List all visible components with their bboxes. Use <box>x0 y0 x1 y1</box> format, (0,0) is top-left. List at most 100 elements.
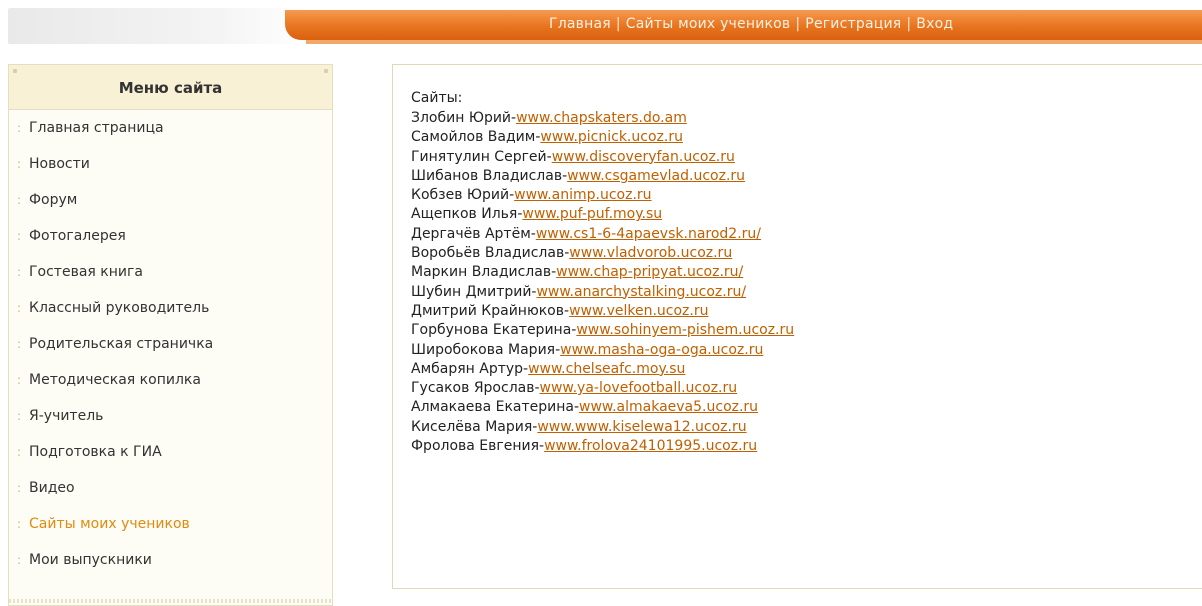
student-site-link[interactable]: www.anarchystalking.ucoz.ru/ <box>536 284 746 300</box>
student-name: Дмитрий Крайнюков- <box>411 302 570 319</box>
student-name: Гинятулин Сергей- <box>411 148 552 165</box>
student-name: Ащепков Илья- <box>411 206 523 223</box>
nav-student-sites-link[interactable]: Сайты моих учеников <box>626 16 791 32</box>
bullet-icon: : <box>17 265 22 279</box>
sidebar-item-label: Новости <box>29 156 90 172</box>
sidebar-item-label: Родительская страничка <box>29 336 214 352</box>
sidebar-item-photo-gallery[interactable]: : Фотогалерея <box>9 218 332 254</box>
nav-login-link[interactable]: Вход <box>916 16 953 32</box>
student-name: Шибанов Владислав- <box>411 167 568 184</box>
sidebar-item-label: Форум <box>29 192 78 208</box>
list-item: Киселёва Мария-www.www.kiselewa12.ucoz.r… <box>411 418 794 437</box>
student-name: Гусаков Ярослав- <box>411 380 540 397</box>
sidebar-item-label: Я-учитель <box>29 408 104 424</box>
sidebar-item-gia-prep[interactable]: : Подготовка к ГИА <box>9 434 332 470</box>
student-name: Киселёва Мария- <box>411 418 538 435</box>
student-site-link[interactable]: www.cs1-6-4apaevsk.narod2.ru/ <box>536 226 761 242</box>
bullet-icon: : <box>17 229 22 243</box>
list-item: Алмакаева Екатерина-www.almakaeva5.ucoz.… <box>411 398 794 417</box>
sidebar-item-graduates[interactable]: : Мои выпускники <box>9 542 332 578</box>
sidebar-item-i-am-teacher[interactable]: : Я-учитель <box>9 398 332 434</box>
list-item: Шубин Дмитрий-www.anarchystalking.ucoz.r… <box>411 283 794 302</box>
header-left-shade <box>8 8 308 44</box>
student-site-link[interactable]: www.chelseafc.moy.su <box>528 361 685 377</box>
sidebar-item-student-sites[interactable]: : Сайты моих учеников <box>9 506 332 542</box>
student-name: Злобин Юрий- <box>411 110 517 126</box>
bullet-icon: : <box>17 121 22 135</box>
list-item: Шибанов Владислав-www.csgamevlad.ucoz.ru <box>411 167 794 186</box>
nav-separator: | <box>795 16 801 32</box>
bullet-icon: : <box>17 157 22 171</box>
list-item: Широбокова Мария-www.masha-oga-oga.ucoz.… <box>411 341 794 360</box>
sites-heading: Сайты: <box>411 90 463 106</box>
student-site-link[interactable]: www.puf-puf.moy.su <box>522 206 662 222</box>
sidebar-item-label: Гостевая книга <box>29 264 143 280</box>
student-site-link[interactable]: www.animp.ucoz.ru <box>514 187 651 203</box>
sidebar-item-label: Фотогалерея <box>29 228 126 244</box>
sidebar-item-guestbook[interactable]: : Гостевая книга <box>9 254 332 290</box>
student-name: Широбокова Мария- <box>411 341 561 358</box>
sidebar-item-label: Главная страница <box>29 120 164 136</box>
student-site-link[interactable]: www.frolova24101995.ucoz.ru <box>544 438 757 454</box>
student-site-link[interactable]: www.velken.ucoz.ru <box>569 303 708 319</box>
student-name: Фролова Евгения- <box>411 438 545 455</box>
bullet-icon: : <box>17 337 22 351</box>
list-item: Гусаков Ярослав-www.ya-lovefootball.ucoz… <box>411 379 794 398</box>
sidebar-item-forum[interactable]: : Форум <box>9 182 332 218</box>
nav-register-link[interactable]: Регистрация <box>805 16 901 32</box>
nav-separator: | <box>615 16 621 32</box>
sidebar-item-label: Подготовка к ГИА <box>29 444 162 460</box>
student-name: Дергачёв Артём- <box>411 225 536 242</box>
corner-dot-icon <box>13 69 17 73</box>
nav-separator: | <box>906 16 912 32</box>
sidebar-item-home[interactable]: : Главная страница <box>9 110 332 146</box>
bullet-icon: : <box>17 517 22 531</box>
sidebar-item-methodical[interactable]: : Методическая копилка <box>9 362 332 398</box>
student-site-link[interactable]: www.sohinyem-pishem.ucoz.ru <box>576 322 794 338</box>
list-item: Амбарян Артур-www.chelseafc.moy.su <box>411 360 794 379</box>
sidebar-menu: Меню сайта : Главная страница : Новости : Ф… <box>8 64 333 606</box>
top-nav: Главная | Сайты моих учеников | Регистрация |… <box>549 16 953 36</box>
sidebar-item-parents-page[interactable]: : Родительская страничка <box>9 326 332 362</box>
student-site-link[interactable]: www.chap-pripyat.ucoz.ru/ <box>556 264 743 280</box>
student-site-link[interactable]: www.discoveryfan.ucoz.ru <box>552 149 735 165</box>
student-name: Маркин Владислав- <box>411 264 557 281</box>
student-site-link[interactable]: www.ya-lovefootball.ucoz.ru <box>540 380 738 396</box>
bullet-icon: : <box>17 445 22 459</box>
bullet-icon: : <box>17 481 22 495</box>
student-name: Шубин Дмитрий- <box>411 283 537 300</box>
nav-home-link[interactable]: Главная <box>549 16 611 32</box>
corner-dot-icon <box>324 69 328 73</box>
student-name: Алмакаева Екатерина- <box>411 399 580 416</box>
list-item: Горбунова Екатерина-www.sohinyem-pishem.… <box>411 321 794 340</box>
sidebar-item-video[interactable]: : Видео <box>9 470 332 506</box>
bullet-icon: : <box>17 553 22 567</box>
sidebar-bottom-border <box>9 599 332 603</box>
student-site-link[interactable]: www.picnick.ucoz.ru <box>540 129 683 145</box>
student-site-link[interactable]: www.chapskaters.do.am <box>516 110 687 126</box>
sidebar-item-label: Методическая копилка <box>29 372 201 388</box>
list-item: Злобин Юрий-www.chapskaters.do.am <box>411 109 794 128</box>
list-item: Фролова Евгения-www.frolova24101995.ucoz… <box>411 437 794 456</box>
sidebar-header: Меню сайта <box>9 65 332 110</box>
student-name: Кобзев Юрий- <box>411 187 515 204</box>
student-site-link[interactable]: www.almakaeva5.ucoz.ru <box>579 399 758 415</box>
student-site-link[interactable]: www.csgamevlad.ucoz.ru <box>567 168 745 184</box>
list-item: Дергачёв Артём-www.cs1-6-4apaevsk.narod2… <box>411 225 794 244</box>
bullet-icon: : <box>17 301 22 315</box>
student-site-link[interactable]: www.www.kiselewa12.ucoz.ru <box>537 419 746 435</box>
list-item: Гинятулин Сергей-www.discoveryfan.ucoz.r… <box>411 148 794 167</box>
main-content: Сайты: Злобин Юрий-www.chapskaters.do.am… <box>392 64 1202 589</box>
sidebar-item-news[interactable]: : Новости <box>9 146 332 182</box>
sidebar-item-class-teacher[interactable]: : Классный руководитель <box>9 290 332 326</box>
student-name: Горбунова Екатерина- <box>411 322 577 339</box>
bullet-icon: : <box>17 373 22 387</box>
student-site-link[interactable]: www.masha-oga-oga.ucoz.ru <box>560 342 763 358</box>
sidebar-item-label: Классный руководитель <box>29 300 210 316</box>
list-item: Ащепков Илья-www.puf-puf.moy.su <box>411 205 794 224</box>
student-site-link[interactable]: www.vladvorob.ucoz.ru <box>569 245 732 261</box>
sidebar-item-label: Сайты моих учеников <box>29 516 190 532</box>
bullet-icon: : <box>17 409 22 423</box>
student-name: Самойлов Вадим- <box>411 129 541 146</box>
bullet-icon: : <box>17 193 22 207</box>
